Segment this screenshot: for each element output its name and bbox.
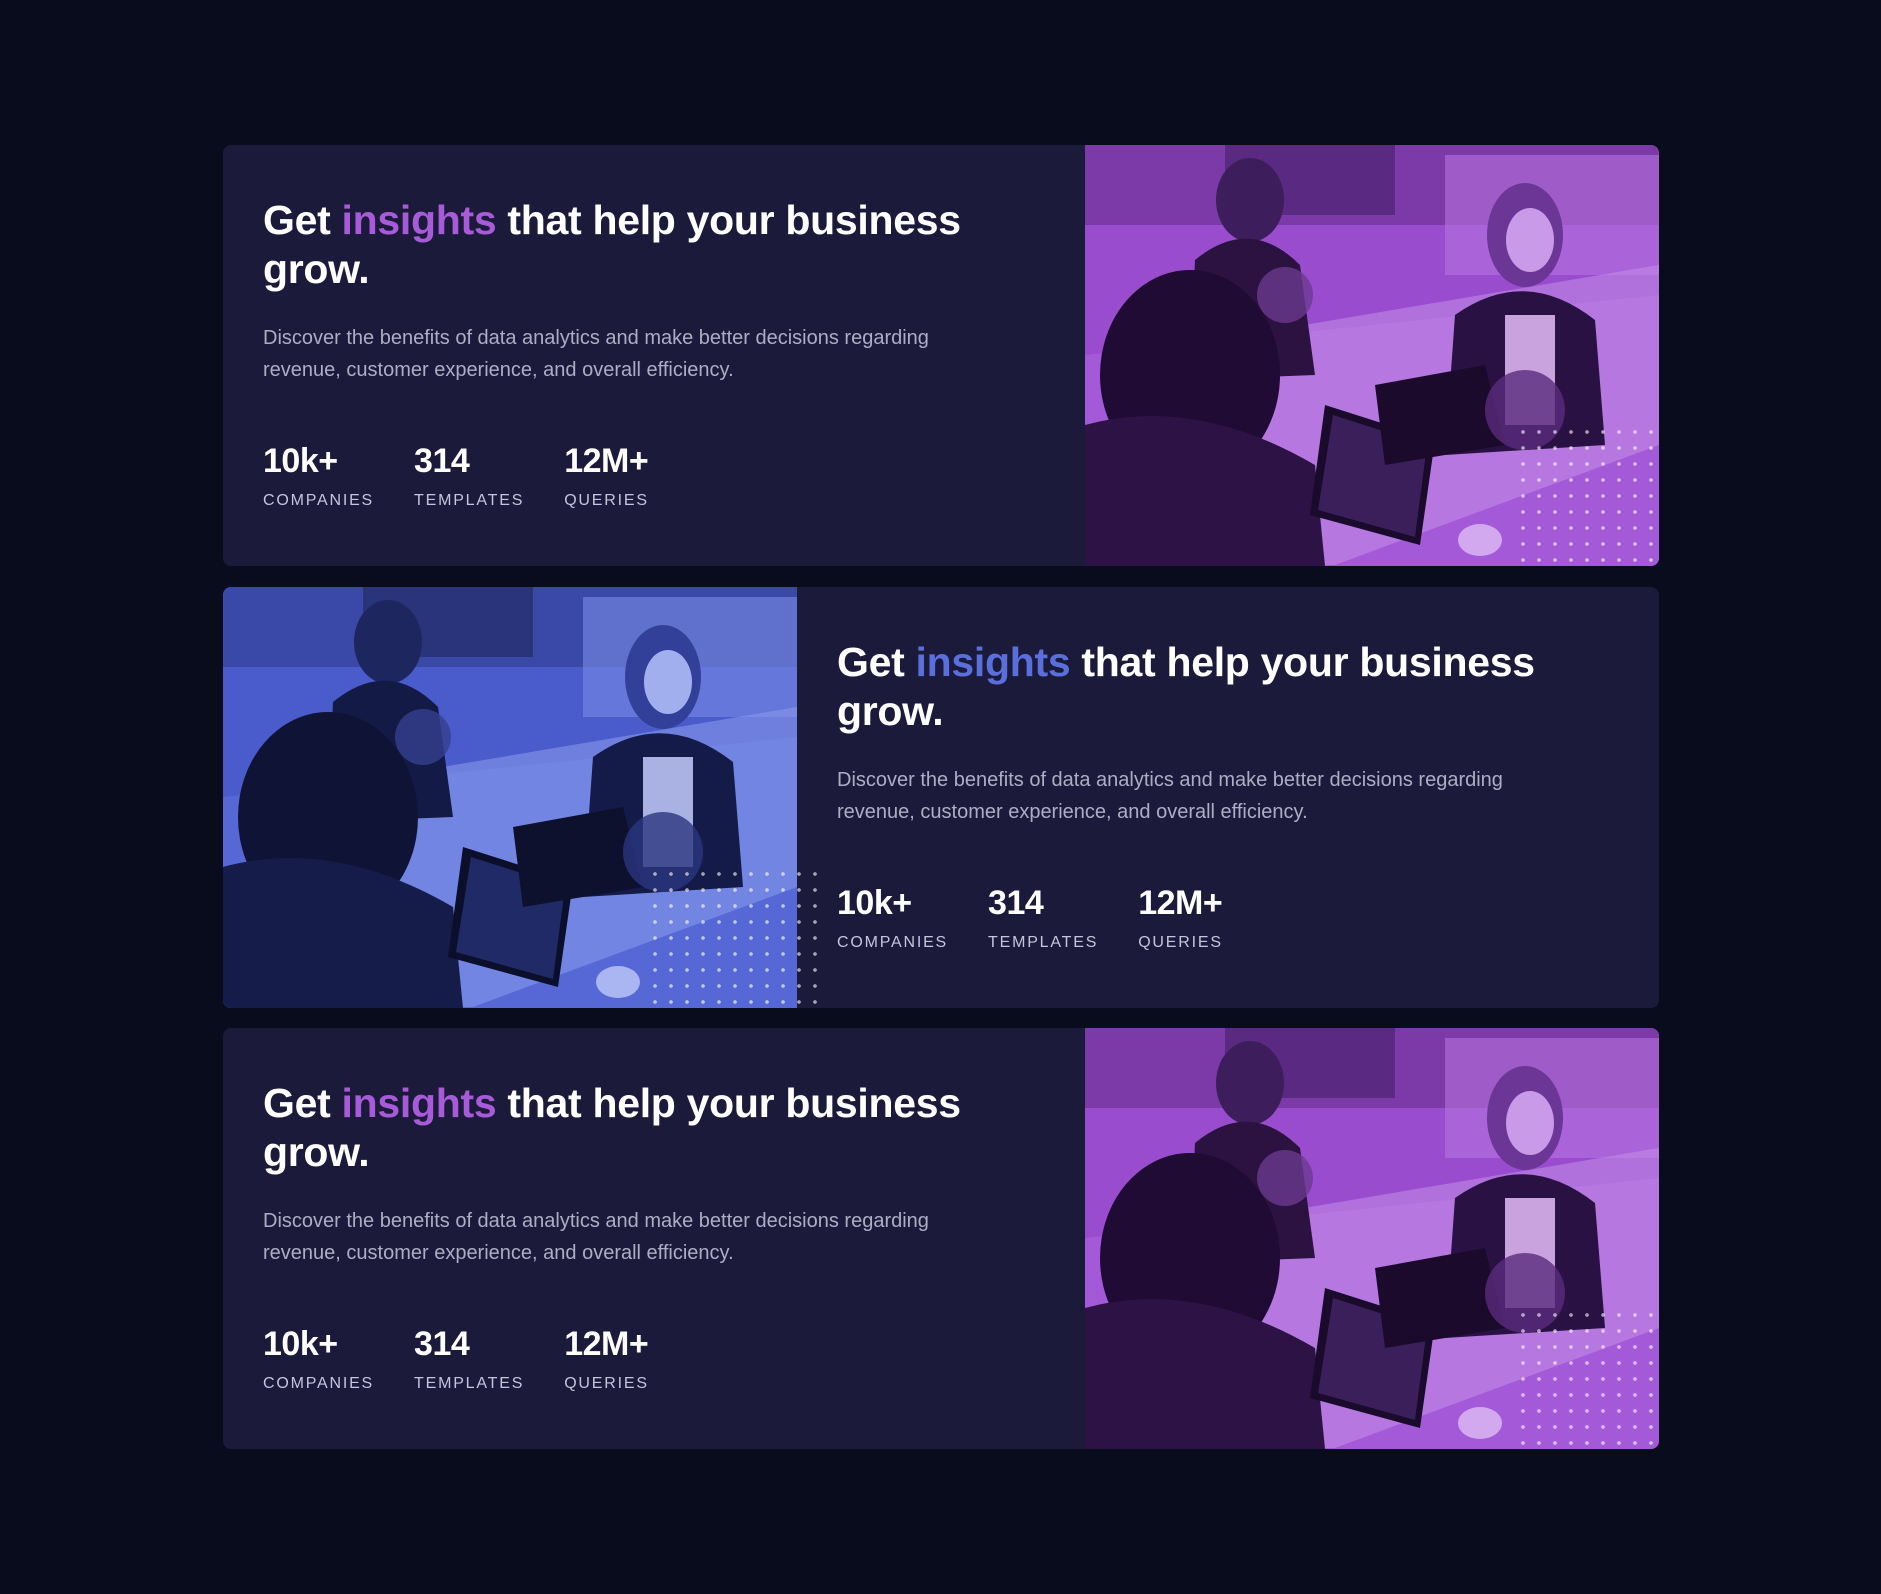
stat-value: 12M+ xyxy=(564,1325,649,1363)
stats-row: 10k+ COMPANIES 314 TEMPLATES 12M+ QUERIE… xyxy=(263,1324,649,1394)
card-description: Discover the benefits of data analytics … xyxy=(263,1210,929,1264)
stat-queries: 12M+ QUERIES xyxy=(564,1324,649,1394)
stat-templates: 314 TEMPLATES xyxy=(414,441,524,511)
stat-value: 12M+ xyxy=(564,442,649,480)
stat-label: QUERIES xyxy=(1138,934,1223,951)
dot-pattern xyxy=(1511,1303,1659,1449)
stat-value: 314 xyxy=(414,1325,470,1363)
card-content: Get insights that help your business gro… xyxy=(837,587,1597,1008)
card-content: Get insights that help your business gro… xyxy=(263,1028,1023,1449)
stat-label: TEMPLATES xyxy=(988,934,1099,951)
stat-label: QUERIES xyxy=(564,1375,649,1392)
stat-value: 10k+ xyxy=(263,1325,338,1363)
stats-card-purple-2: Get insights that help your business gro… xyxy=(223,1028,1659,1449)
stat-value: 314 xyxy=(414,442,470,480)
headline-accent: insights xyxy=(915,639,1071,685)
headline-accent: insights xyxy=(341,197,497,243)
stat-companies: 10k+ COMPANIES xyxy=(837,883,948,953)
stat-label: QUERIES xyxy=(564,492,649,509)
headline-accent: insights xyxy=(341,1080,497,1126)
stat-companies: 10k+ COMPANIES xyxy=(263,1324,374,1394)
stat-label: TEMPLATES xyxy=(414,492,525,509)
stat-queries: 12M+ QUERIES xyxy=(1138,883,1223,953)
card-headline: Get insights that help your business gro… xyxy=(263,197,961,292)
dot-pattern xyxy=(1511,420,1659,566)
card-content: Get insights that help your business gro… xyxy=(263,145,1023,566)
stat-label: COMPANIES xyxy=(837,934,949,951)
stat-companies: 10k+ COMPANIES xyxy=(263,441,374,511)
card-headline: Get insights that help your business gro… xyxy=(263,1080,961,1175)
stat-label: COMPANIES xyxy=(263,1375,375,1392)
stat-value: 10k+ xyxy=(837,884,912,922)
stats-card-blue: Get insights that help your business gro… xyxy=(223,587,1659,1008)
card-headline: Get insights that help your business gro… xyxy=(837,639,1535,734)
stat-value: 10k+ xyxy=(263,442,338,480)
card-description: Discover the benefits of data analytics … xyxy=(263,327,929,381)
stat-value: 12M+ xyxy=(1138,884,1223,922)
stat-templates: 314 TEMPLATES xyxy=(988,883,1098,953)
card-description: Discover the benefits of data analytics … xyxy=(837,769,1503,823)
stat-label: COMPANIES xyxy=(263,492,375,509)
stats-card-purple-1: Get insights that help your business gro… xyxy=(223,145,1659,566)
stat-queries: 12M+ QUERIES xyxy=(564,441,649,511)
stats-row: 10k+ COMPANIES 314 TEMPLATES 12M+ QUERIE… xyxy=(837,883,1223,953)
stat-templates: 314 TEMPLATES xyxy=(414,1324,524,1394)
stat-value: 314 xyxy=(988,884,1044,922)
dot-pattern xyxy=(643,862,817,1008)
stats-row: 10k+ COMPANIES 314 TEMPLATES 12M+ QUERIE… xyxy=(263,441,649,511)
stat-label: TEMPLATES xyxy=(414,1375,525,1392)
